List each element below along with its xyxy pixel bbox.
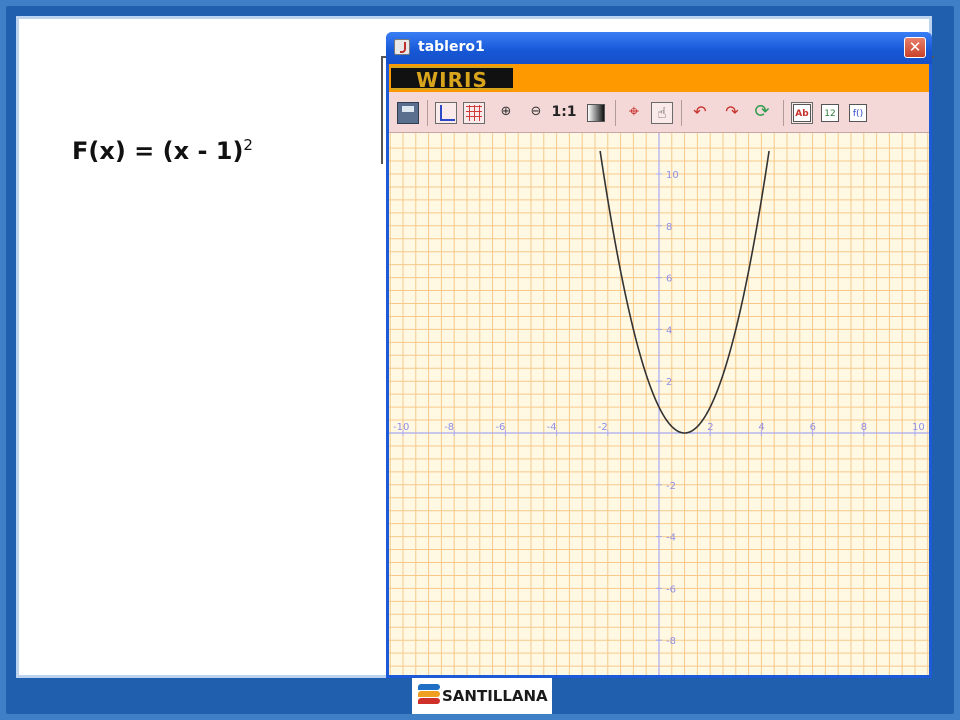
redo-button[interactable]: ↷ <box>721 102 743 124</box>
undo-icon: ↶ <box>693 102 707 121</box>
y-tick-label: -2 <box>666 481 676 492</box>
x-tick-label: 8 <box>861 422 867 433</box>
toolbar-separator <box>615 100 616 126</box>
toolbar-separator <box>681 100 682 126</box>
zoom-in-button[interactable]: ⊕ <box>495 102 517 124</box>
santillana-mark-icon <box>418 682 440 706</box>
toolbar-separator <box>427 100 428 126</box>
undo-button[interactable]: ↶ <box>689 102 711 124</box>
x-tick-label: 2 <box>707 422 713 433</box>
axes-icon <box>440 105 455 121</box>
function-doc-icon: f() <box>849 104 867 122</box>
center-button[interactable]: ⌖ <box>623 102 645 124</box>
redo-icon: ↷ <box>725 102 739 121</box>
x-tick-label: -8 <box>444 422 454 433</box>
formula-text: F(x) = (x - 1) <box>72 137 244 165</box>
x-tick-label: -4 <box>547 422 557 433</box>
zoom-out-button[interactable]: ⊖ <box>525 102 547 124</box>
window-titlebar[interactable]: tablero1 ✕ <box>386 32 932 64</box>
y-tick-label: 2 <box>666 377 672 388</box>
window-title: tablero1 <box>418 39 485 55</box>
x-tick-label: -6 <box>495 422 505 433</box>
y-tick-label: -8 <box>666 636 676 647</box>
number-doc-icon: 12 <box>821 104 839 122</box>
brand-name: SANTILLANA <box>442 687 548 705</box>
axes-toggle-button[interactable] <box>435 102 457 124</box>
function-button[interactable]: f() <box>847 102 869 124</box>
text-doc-icon: Ab <box>793 104 811 122</box>
formula-exponent: 2 <box>243 136 253 154</box>
zoom-in-icon: ⊕ <box>500 104 512 119</box>
function-formula: F(x) = (x - 1)2 <box>72 136 253 165</box>
y-tick-label: 10 <box>666 170 679 181</box>
close-button[interactable]: ✕ <box>904 37 926 58</box>
target-icon: ⌖ <box>628 101 640 122</box>
x-tick-label: -2 <box>598 422 608 433</box>
brand-logo: SANTILLANA <box>412 678 552 714</box>
number-button[interactable]: 12 <box>819 102 841 124</box>
java-cup-icon <box>394 39 410 55</box>
x-tick-label: 6 <box>810 422 816 433</box>
hand-icon: ☝ <box>657 104 667 122</box>
x-tick-label: -10 <box>393 422 409 433</box>
contrast-button[interactable] <box>587 104 605 122</box>
y-tick-label: -4 <box>666 533 676 544</box>
y-tick-label: 4 <box>666 325 672 336</box>
toolbar-separator <box>783 100 784 126</box>
save-button[interactable] <box>397 102 419 124</box>
y-tick-label: 8 <box>666 222 672 233</box>
wiris-logo: WIRIS <box>391 66 513 92</box>
refresh-button[interactable]: ⟳ <box>751 102 773 124</box>
zoom-out-icon: ⊖ <box>530 104 542 119</box>
graph-svg[interactable]: -10-8-6-4-2246810108642-2-4-6-8-10 <box>389 133 929 675</box>
grid-toggle-button[interactable] <box>463 102 485 124</box>
y-tick-label: -6 <box>666 584 676 595</box>
y-tick-label: 6 <box>666 274 672 285</box>
x-tick-label: 4 <box>758 422 764 433</box>
refresh-icon: ⟳ <box>754 101 770 122</box>
ratio-label: 1:1 <box>551 104 577 120</box>
wiris-header-bar: WIRIS <box>389 64 929 92</box>
graph-board[interactable]: -10-8-6-4-2246810108642-2-4-6-8-10 <box>389 133 929 675</box>
close-icon: ✕ <box>908 38 922 56</box>
ratio-button[interactable]: 1:1 <box>551 102 577 124</box>
tablero-window: tablero1 ✕ WIRIS ⊕ ⊖ 1:1 ⌖ ☝ ↶ ↷ ⟳ Ab 12… <box>386 32 932 678</box>
graph-toolbar: ⊕ ⊖ 1:1 ⌖ ☝ ↶ ↷ ⟳ Ab 12 f() <box>389 92 929 133</box>
x-tick-label: 10 <box>912 422 925 433</box>
text-button[interactable]: Ab <box>791 102 813 124</box>
pan-button[interactable]: ☝ <box>651 102 673 124</box>
grid-icon <box>466 105 482 121</box>
